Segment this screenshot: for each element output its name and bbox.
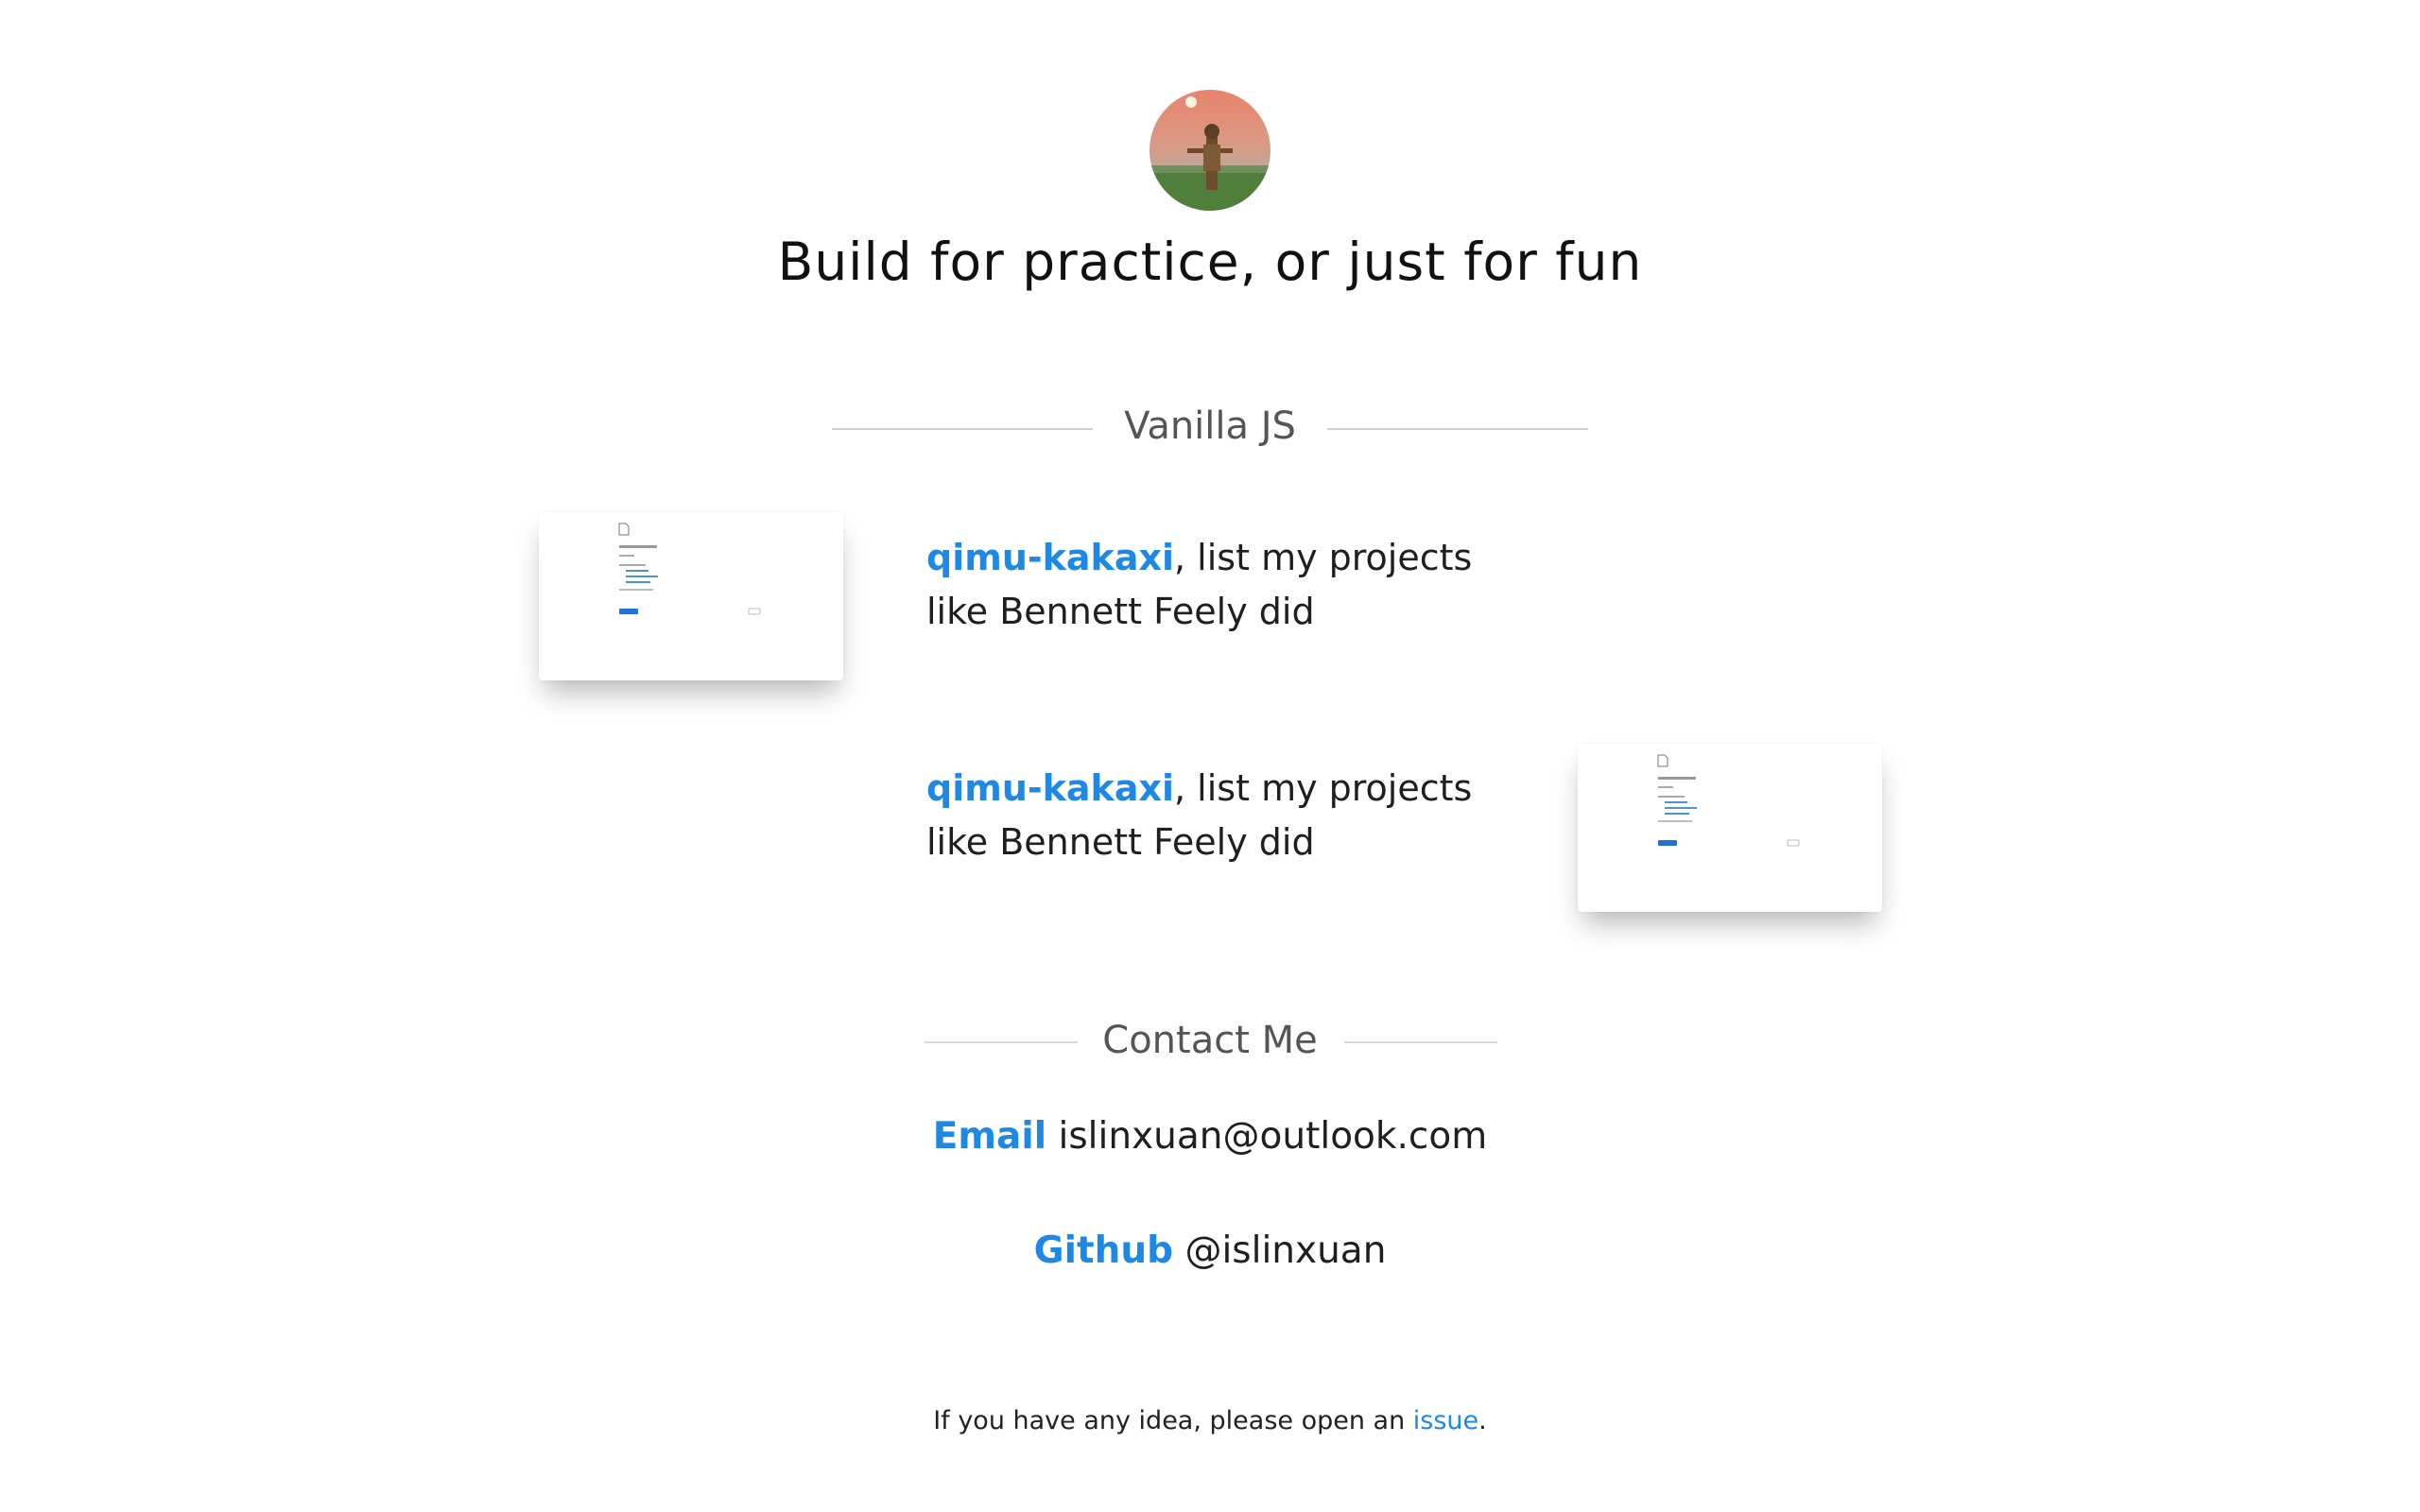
contact-github: Github @islinxuan [0,1229,2420,1272]
github-label: Github [1033,1229,1174,1272]
project-link[interactable]: qimu-kakaxi [926,767,1174,809]
contact-email: Email islinxuan@outlook.com [0,1115,2420,1158]
footer: If you have any idea, please open an iss… [0,1406,2420,1435]
section-header-contact: Contact Me [0,1019,2420,1075]
email-label: Email [932,1115,1047,1158]
section-header-vanilla-js: Vanilla JS [0,404,2420,461]
divider-right [1327,428,1588,430]
divider-right [1344,1041,1497,1043]
footer-period: . [1478,1406,1487,1435]
page: Build for practice, or just for fun Vani… [0,0,2420,1512]
project-description: qimu-kakaxi, list my projects like Benne… [926,762,1512,869]
footer-text: If you have any idea, please open an [933,1406,1413,1435]
section-title: Vanilla JS [1124,404,1296,448]
github-value[interactable]: @islinxuan [1184,1229,1386,1272]
page-title: Build for practice, or just for fun [777,232,1643,292]
avatar [1150,90,1270,211]
section-title: Contact Me [1102,1019,1318,1062]
email-value[interactable]: islinxuan@outlook.com [1059,1115,1488,1158]
project-thumbnail[interactable] [1578,744,1882,912]
project-link[interactable]: qimu-kakaxi [926,537,1174,578]
project-thumbnail[interactable] [539,512,843,680]
project-description: qimu-kakaxi, list my projects like Benne… [926,531,1512,639]
document-preview-icon [1578,744,1882,912]
avatar-image [1150,90,1270,211]
issue-link[interactable]: issue [1413,1406,1478,1435]
document-preview-icon [539,512,843,680]
